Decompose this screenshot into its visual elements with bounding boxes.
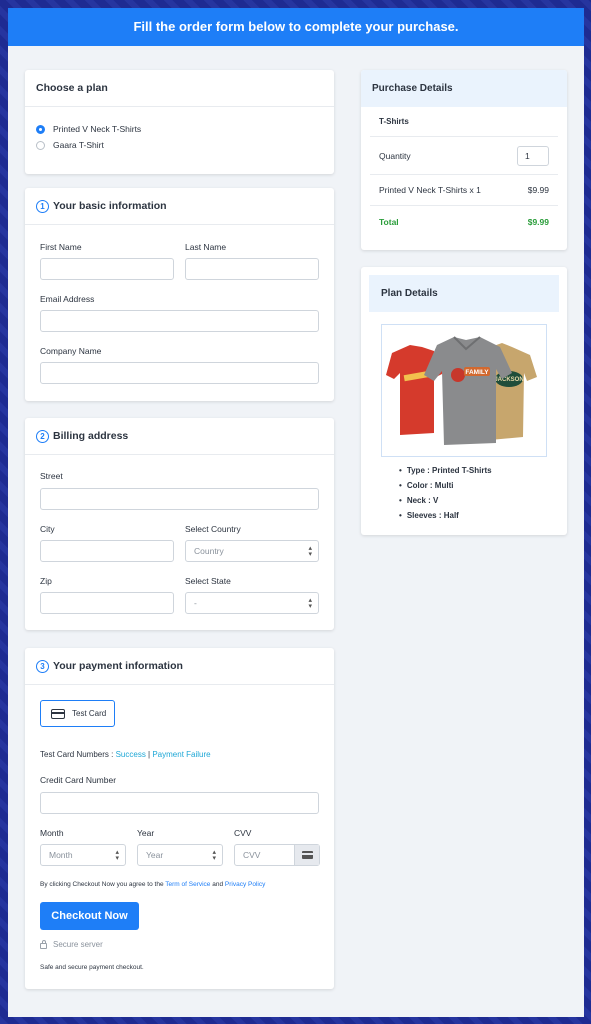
- last-name-label: Last Name: [185, 242, 227, 252]
- section-title: Your payment information: [53, 660, 183, 672]
- step-number-badge: 2: [36, 429, 49, 443]
- step-number-badge: 1: [36, 199, 49, 213]
- email-field[interactable]: [40, 310, 319, 332]
- credit-card-icon: [51, 708, 65, 719]
- cvv-placeholder: CVV: [243, 850, 261, 860]
- checkout-now-button[interactable]: Checkout Now: [40, 902, 139, 930]
- quantity-row: Quantity 1: [370, 137, 558, 175]
- feature-item: Color : Multi: [399, 481, 454, 490]
- last-name-field[interactable]: [185, 258, 319, 280]
- plan-details-card: Plan Details JACKSON FAMILY • Type: Pri…: [361, 267, 567, 535]
- jackson-print-text: JACKSON: [494, 377, 523, 383]
- credit-card-field[interactable]: [40, 792, 319, 814]
- basic-info-title: 1 Your basic information: [25, 188, 334, 225]
- company-label: Company Name: [40, 346, 102, 356]
- year-label: Year: [137, 828, 155, 838]
- privacy-link[interactable]: Privacy Policy: [225, 881, 265, 888]
- payment-card: 3 Your payment information Test Card Tes…: [25, 648, 334, 989]
- line-item-price: $9.99: [527, 185, 549, 195]
- page-frame: Fill the order form below to complete yo…: [8, 8, 584, 1017]
- product-group-label: T-Shirts: [379, 117, 409, 126]
- success-link[interactable]: Success: [116, 750, 146, 759]
- purchase-details-card: Purchase Details T-Shirts Quantity 1 Pri…: [361, 70, 567, 250]
- billing-card: 2 Billing address Street City Select Cou…: [25, 418, 334, 630]
- city-field[interactable]: [40, 540, 174, 562]
- line-item-label: Printed V Neck T-Shirts x 1: [379, 185, 481, 195]
- plan-details-title: Plan Details: [369, 275, 559, 312]
- agreement-text: By clicking Checkout Now you agree to th…: [40, 881, 265, 888]
- city-label: City: [40, 524, 55, 534]
- first-name-field[interactable]: [40, 258, 174, 280]
- month-label: Month: [40, 828, 64, 838]
- secure-server: Secure server: [40, 939, 103, 949]
- zip-field[interactable]: [40, 592, 174, 614]
- cvv-label: CVV: [234, 828, 252, 838]
- payment-title: 3 Your payment information: [25, 648, 334, 685]
- state-select[interactable]: - ▴ ▾: [185, 592, 319, 614]
- street-field[interactable]: [40, 488, 319, 510]
- plan-option-label: Gaara T-Shirt: [53, 140, 104, 150]
- secure-payment-note: Safe and secure payment checkout.: [40, 964, 144, 971]
- feature-item: Type : Printed T-Shirts: [399, 466, 492, 475]
- feature-item: Sleeves : Half: [399, 511, 459, 520]
- credit-card-label: Credit Card Number: [40, 775, 117, 785]
- test-card-numbers-prefix: Test Card Numbers :: [40, 750, 116, 759]
- billing-title: 2 Billing address: [25, 418, 334, 455]
- line-item-row: Printed V Neck T-Shirts x 1 $9.99: [370, 175, 558, 206]
- first-name-label: First Name: [40, 242, 82, 252]
- month-select[interactable]: Month ▴ ▾: [40, 844, 126, 866]
- agreement-and: and: [210, 881, 225, 888]
- test-card-numbers: Test Card Numbers : Success | Payment Fa…: [40, 750, 211, 759]
- state-select-value: -: [194, 598, 197, 608]
- basic-info-card: 1 Your basic information First Name Last…: [25, 188, 334, 401]
- cvv-card-icon: [294, 845, 319, 865]
- section-title: Your basic information: [53, 200, 167, 212]
- section-title: Billing address: [53, 430, 129, 442]
- lock-icon: [40, 939, 47, 949]
- month-select-value: Month: [49, 850, 73, 860]
- year-select-value: Year: [146, 850, 164, 860]
- test-card-label: Test Card: [72, 709, 107, 718]
- quantity-label: Quantity: [379, 150, 411, 161]
- state-label: Select State: [185, 576, 231, 586]
- product-image: JACKSON FAMILY: [381, 324, 547, 457]
- secure-server-label: Secure server: [53, 940, 103, 949]
- test-card-button[interactable]: Test Card: [40, 700, 115, 727]
- select-arrows-icon: ▴ ▾: [308, 597, 312, 610]
- select-arrows-icon: ▴ ▾: [115, 849, 119, 862]
- company-field[interactable]: [40, 362, 319, 384]
- plan-option-gaara[interactable]: Gaara T-Shirt: [36, 140, 104, 150]
- product-group-row: T-Shirts: [370, 107, 558, 137]
- page-banner: Fill the order form below to complete yo…: [8, 8, 584, 46]
- choose-plan-title: Choose a plan: [25, 70, 334, 107]
- total-row: Total $9.99: [370, 206, 558, 237]
- radio-unselected-icon[interactable]: [36, 140, 45, 150]
- total-value: $9.99: [527, 216, 549, 227]
- street-label: Street: [40, 471, 63, 481]
- choose-plan-card: Choose a plan Printed V Neck T-Shirts Ga…: [25, 70, 334, 174]
- quantity-input[interactable]: 1: [517, 145, 549, 166]
- payment-failure-link[interactable]: Payment Failure: [152, 750, 210, 759]
- family-print-text: FAMILY: [465, 369, 489, 376]
- radio-selected-icon[interactable]: [36, 124, 45, 134]
- email-label: Email Address: [40, 294, 95, 304]
- year-select[interactable]: Year ▴ ▾: [137, 844, 223, 866]
- total-label: Total: [379, 216, 399, 227]
- step-number-badge: 3: [36, 659, 49, 673]
- terms-link[interactable]: Term of Service: [165, 881, 210, 888]
- select-arrows-icon: ▴ ▾: [212, 849, 216, 862]
- feature-item: Neck : V: [399, 496, 439, 505]
- cvv-field[interactable]: CVV: [234, 844, 320, 866]
- purchase-details-title: Purchase Details: [361, 70, 567, 107]
- country-select-value: Country: [194, 546, 224, 556]
- country-label: Select Country: [185, 524, 241, 534]
- select-arrows-icon: ▴ ▾: [308, 545, 312, 558]
- zip-label: Zip: [40, 576, 52, 586]
- country-select[interactable]: Country ▴ ▾: [185, 540, 319, 562]
- plan-option-label: Printed V Neck T-Shirts: [53, 124, 142, 134]
- agreement-prefix: By clicking Checkout Now you agree to th…: [40, 881, 166, 888]
- plan-option-printed-v-neck[interactable]: Printed V Neck T-Shirts: [36, 124, 141, 134]
